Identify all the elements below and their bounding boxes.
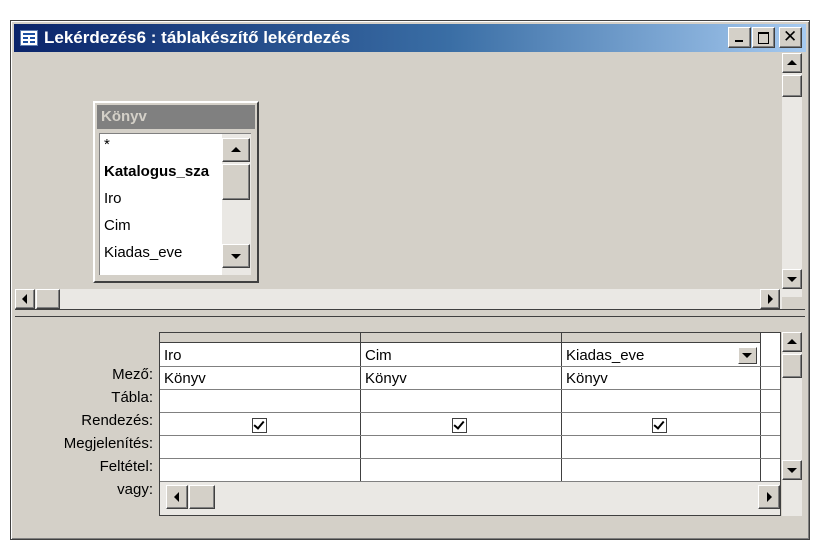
table-cell[interactable]: Könyv [164,370,206,387]
query-window: Lekérdezés6 : táblakészítő lekérdezés ✕ [10,20,810,540]
arrow-up-icon [787,339,797,344]
arrow-left-icon [174,492,179,502]
arrow-up-icon [231,147,241,152]
maximize-icon [758,32,769,44]
arrow-right-icon [768,294,773,304]
field-list-item[interactable]: * [104,136,110,153]
arrow-down-icon [231,254,241,259]
table-cell[interactable]: Könyv [566,370,608,387]
grid-scroll-up-button[interactable] [782,332,802,352]
field-list: * Katalogus_sza Iro Cim Kiadas_eve [99,133,251,275]
close-icon: ✕ [783,27,798,47]
query-icon[interactable] [20,30,38,46]
arrow-right-icon [767,492,772,502]
chevron-down-icon [742,353,752,358]
row-label-show: Megjelenítés: [63,435,153,452]
field-list-scroll-thumb[interactable] [222,164,250,200]
close-button[interactable]: ✕ [779,27,802,48]
field-list-scroll-up-button[interactable] [222,138,250,162]
field-list-item[interactable]: Iro [104,190,122,207]
upper-horizontal-thumb[interactable] [36,289,60,309]
minimize-button[interactable] [728,27,751,48]
upper-scroll-left-button[interactable] [15,289,35,309]
field-list-scroll-down-button[interactable] [222,244,250,268]
grid-scroll-down-button[interactable] [782,460,802,480]
column-selector[interactable] [361,333,562,343]
design-grid-pane: Mező: Tábla: Rendezés: Megjelenítés: Fel… [15,318,805,537]
grid-scroll-right-button[interactable] [758,485,780,509]
row-label-sort: Rendezés: [81,412,153,429]
arrow-down-icon [787,277,797,282]
upper-scroll-right-button[interactable] [760,289,780,309]
pane-splitter[interactable] [15,309,805,317]
grid-horizontal-thumb[interactable] [189,485,215,509]
row-label-or: vagy: [117,481,153,498]
window-title: Lekérdezés6 : táblakészítő lekérdezés [44,28,351,47]
table-cell[interactable]: Könyv [365,370,407,387]
maximize-button[interactable] [752,27,775,48]
field-cell[interactable]: Kiadas_eve [566,347,644,364]
table-field-list-window[interactable]: Könyv * Katalogus_sza Iro Cim Kiadas_eve [93,101,259,283]
show-checkbox[interactable] [452,418,467,433]
row-label-table: Tábla: [111,389,153,406]
field-list-item[interactable]: Cim [104,217,131,234]
arrow-left-icon [22,294,27,304]
title-bar[interactable]: Lekérdezés6 : táblakészítő lekérdezés ✕ [14,24,806,52]
field-cell[interactable]: Iro [164,347,182,364]
table-pane: Könyv * Katalogus_sza Iro Cim Kiadas_eve [15,53,805,309]
row-label-criteria: Feltétel: [99,458,153,475]
field-cell[interactable]: Cim [365,347,392,364]
upper-horizontal-scrollbar[interactable] [15,289,782,309]
table-box-title[interactable]: Könyv [97,105,255,129]
upper-scroll-thumb[interactable] [782,75,802,97]
show-checkbox[interactable] [252,418,267,433]
arrow-up-icon [787,60,797,65]
field-dropdown-button[interactable] [738,347,757,364]
column-selector[interactable] [562,333,761,343]
upper-scroll-up-button[interactable] [782,53,802,73]
query-design-grid: Iro Könyv Cim Könyv Kiadas_eve Könyv [159,332,781,516]
grid-vertical-thumb[interactable] [782,354,802,378]
show-checkbox[interactable] [652,418,667,433]
field-list-item[interactable]: Katalogus_sza [104,163,209,180]
field-list-item[interactable]: Kiadas_eve [104,244,182,261]
minimize-icon [735,40,743,42]
grid-horizontal-scrollbar[interactable] [160,481,780,515]
arrow-down-icon [787,468,797,473]
upper-scroll-down-button[interactable] [782,269,802,289]
row-label-field: Mező: [112,366,153,383]
column-selector[interactable] [160,333,361,343]
grid-scroll-left-button[interactable] [166,485,188,509]
row-labels: Mező: Tábla: Rendezés: Megjelenítés: Fel… [15,318,153,518]
